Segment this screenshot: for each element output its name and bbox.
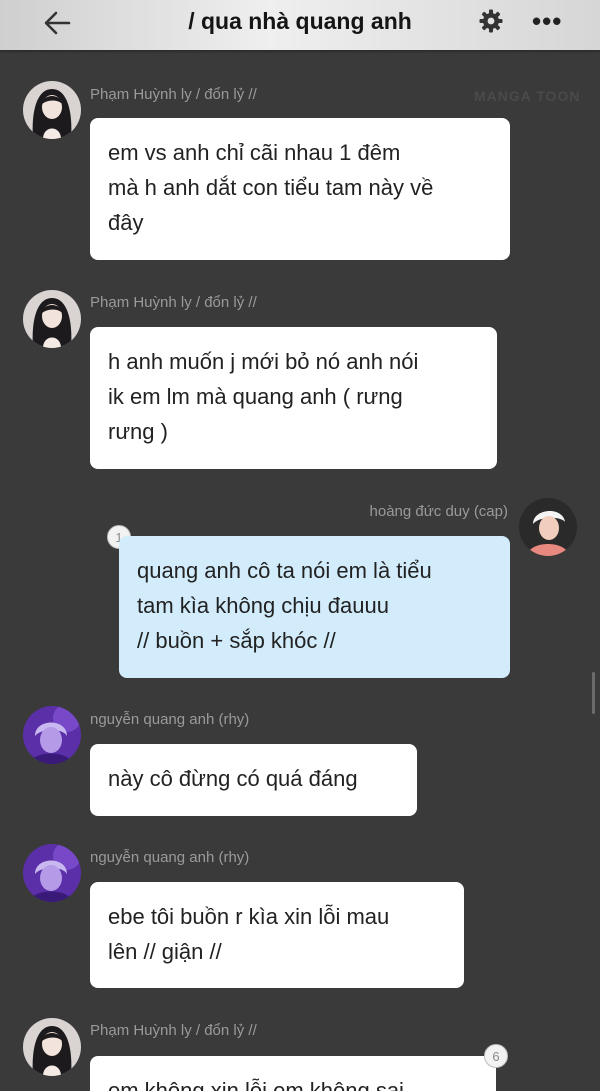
message-line: mà h anh dắt con tiểu tam này về	[108, 175, 434, 200]
watermark: MANGA TOON	[474, 88, 581, 104]
message-line: h anh muốn j mới bỏ nó anh nói	[108, 349, 419, 374]
chat-title: / qua nhà quang anh	[188, 8, 412, 34]
sender-name: Phạm Huỳnh ly / đổn lỷ //	[90, 1022, 257, 1039]
message-line: // buồn + sắp khóc //	[137, 628, 336, 653]
message-bubble[interactable]: ebe tôi buồn r kìa xin lỗi mau lên // gi…	[90, 882, 464, 988]
message-badge: 6	[484, 1044, 508, 1068]
message-line: quang anh cô ta nói em là tiểu	[137, 558, 432, 583]
message-line: ik em lm mà quang anh ( rưng	[108, 384, 403, 409]
avatar[interactable]	[23, 844, 81, 902]
scrollbar[interactable]	[592, 672, 595, 714]
sender-name: hoàng đức duy (cap)	[369, 503, 508, 520]
avatar[interactable]	[23, 1018, 81, 1076]
sender-name: Phạm Huỳnh ly / đổn lỷ //	[90, 294, 257, 311]
chat-header: / qua nhà quang anh •••	[0, 0, 600, 50]
sender-name: nguyễn quang anh (rhy)	[90, 849, 250, 866]
message-line: ebe tôi buồn r kìa xin lỗi mau	[108, 904, 390, 929]
message-bubble[interactable]: em không xin lỗi em không sai	[90, 1056, 496, 1091]
message-line: này cô đừng có quá đáng	[108, 766, 358, 791]
sender-name: Phạm Huỳnh ly / đổn lỷ //	[90, 86, 257, 103]
avatar[interactable]	[23, 290, 81, 348]
message-line: em không xin lỗi em không sai	[108, 1078, 404, 1091]
more-horizontal-icon[interactable]: •••	[532, 6, 562, 37]
message-bubble[interactable]: em vs anh chỉ cãi nhau 1 đêm mà h anh dắ…	[90, 118, 510, 260]
gear-icon[interactable]	[478, 8, 504, 34]
message-line: rưng )	[108, 419, 168, 444]
message-line: tam kìa không chịu đauuu	[137, 593, 389, 618]
message-bubble[interactable]: này cô đừng có quá đáng	[90, 744, 417, 816]
avatar[interactable]	[23, 706, 81, 764]
message-line: em vs anh chỉ cãi nhau 1 đêm	[108, 140, 401, 165]
message-bubble[interactable]: quang anh cô ta nói em là tiểu tam kìa k…	[119, 536, 510, 678]
message-bubble[interactable]: h anh muốn j mới bỏ nó anh nói ik em lm …	[90, 327, 497, 469]
message-line: đây	[108, 210, 144, 235]
avatar[interactable]	[519, 498, 577, 556]
avatar[interactable]	[23, 81, 81, 139]
sender-name: nguyễn quang anh (rhy)	[90, 711, 250, 728]
message-line: lên // giận //	[108, 939, 222, 964]
